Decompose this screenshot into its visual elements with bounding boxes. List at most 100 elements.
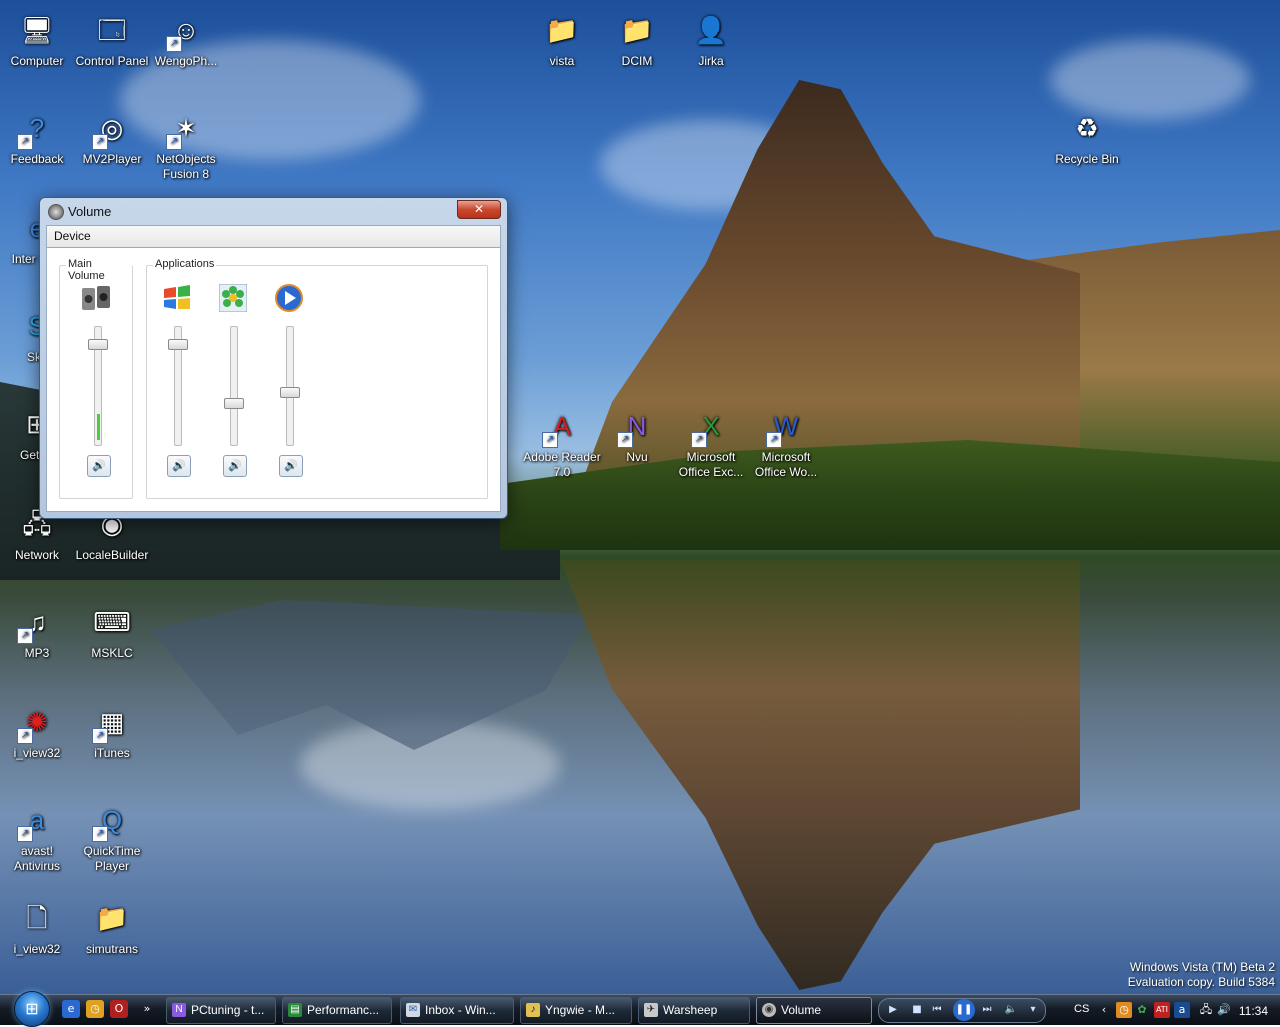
desktop-icon-simutrans[interactable]: 📁 simutrans	[72, 896, 152, 957]
taskbar: ⊞ e ◷ O » N PCtuning - t... ▤ Performanc…	[0, 991, 1280, 1027]
menu-bar: Device	[46, 225, 501, 248]
task-performance[interactable]: ▤ Performanc...	[282, 997, 392, 1024]
windows-sounds-icon	[161, 282, 193, 314]
performance-icon: ▤	[288, 1003, 302, 1017]
applications-group: Applications 🔊 🔊 🔊	[146, 258, 488, 499]
desktop-icon-vista[interactable]: 📁 vista	[522, 8, 602, 69]
app-track-media[interactable]	[286, 326, 294, 446]
desktop-icon-netobjects[interactable]: ✶ ↗ NetObjects Fusion 8	[146, 106, 226, 182]
windows-logo-icon: ⊞	[25, 999, 39, 1018]
speaker-icon: 🔊	[172, 459, 186, 472]
nvu-icon: N	[172, 1003, 186, 1017]
tray-clock-app-icon[interactable]: ◷	[1116, 1002, 1132, 1018]
window-title: Volume	[68, 204, 112, 219]
quicklaunch-overflow-icon[interactable]: »	[140, 1000, 154, 1018]
mute-icon[interactable]: 🔈	[1003, 1002, 1019, 1018]
start-button[interactable]: ⊞	[14, 991, 50, 1027]
tray-avast-icon[interactable]: a	[1174, 1002, 1190, 1018]
main-volume-meter	[97, 414, 100, 440]
warsheep-icon: ✈	[644, 1003, 658, 1017]
mute-button-windows[interactable]: 🔊	[167, 455, 191, 477]
desktop-icon-avast[interactable]: a ↗ avast! Antivirus	[0, 798, 77, 874]
desktop-icon-mv2player[interactable]: ◎ ↗ MV2Player	[72, 106, 152, 167]
app-slider-icq[interactable]	[224, 398, 244, 410]
volume-app-icon	[48, 204, 64, 220]
task-inbox[interactable]: ✉ Inbox - Win...	[400, 997, 514, 1024]
desktop-icon-jirka[interactable]: 👤 Jirka	[671, 8, 751, 69]
task-volume[interactable]: ◉ Volume	[756, 997, 872, 1024]
user-folder-icon: 👤	[694, 14, 728, 45]
main-volume-group: Main Volume 🔊	[59, 258, 133, 499]
desktop-icon-computer[interactable]: 🖥 Computer	[0, 8, 77, 69]
tray-network-icon[interactable]: 🖧	[1198, 1002, 1214, 1018]
tray-ati-icon[interactable]: ATI	[1154, 1002, 1170, 1018]
quicklaunch-ie-icon[interactable]: e	[62, 1000, 80, 1018]
system-tray: CS ‹ ◷ ✿ ATI a 🖧 🔊 11:34	[1062, 997, 1280, 1023]
close-icon: ✕	[473, 202, 485, 216]
tray-volume-icon[interactable]: 🔊	[1216, 1002, 1232, 1018]
previous-icon[interactable]: ⏮	[929, 1002, 945, 1018]
desktop-icon-control-panel[interactable]: 🗔 Control Panel	[72, 8, 152, 69]
app-slider-media[interactable]	[280, 387, 300, 399]
desktop-icon-itunes[interactable]: ▦ ↗ iTunes	[72, 700, 152, 761]
language-indicator[interactable]: CS	[1074, 1003, 1089, 1015]
next-icon[interactable]: ⏭	[979, 1002, 995, 1018]
quicklaunch-clock-icon[interactable]: ◷	[86, 1000, 104, 1018]
desktop-icon-iview32-file[interactable]: 🗋 i_view32	[0, 896, 77, 957]
menu-device[interactable]: Device	[54, 229, 91, 243]
control-panel-icon: 🗔	[97, 14, 127, 45]
main-volume-title: Main Volume	[66, 258, 132, 282]
main-mute-button[interactable]: 🔊	[87, 455, 111, 477]
tray-expand-icon[interactable]: ‹	[1096, 1002, 1112, 1018]
desktop-icon-feedback[interactable]: ? ↗ Feedback	[0, 106, 77, 167]
computer-icon: 🖥	[20, 14, 54, 45]
media-menu-icon[interactable]: ▾	[1025, 1002, 1041, 1018]
build-watermark: Windows Vista (TM) Beta 2 Evaluation cop…	[1128, 960, 1275, 990]
desktop-icon-wengophone[interactable]: ☺ ↗ WengoPh...	[146, 8, 226, 69]
speaker-icon: 🔊	[284, 459, 298, 472]
task-yngwie[interactable]: ♪ Yngwie - M...	[520, 997, 632, 1024]
speaker-icon: 🔊	[228, 459, 242, 472]
icq-icon	[217, 282, 249, 314]
desktop-icon-excel[interactable]: X ↗ Microsoft Office Exc...	[671, 404, 751, 480]
desktop-icon-dcim[interactable]: 📁 DCIM	[597, 8, 677, 69]
pause-icon[interactable]: ❚❚	[953, 999, 975, 1021]
media-player-toolbar: ▶ ■ ⏮ ❚❚ ⏭ 🔈 ▾	[878, 998, 1046, 1023]
app-slider-windows[interactable]	[168, 338, 188, 350]
task-pctuning[interactable]: N PCtuning - t...	[166, 997, 276, 1024]
mute-button-media[interactable]: 🔊	[279, 455, 303, 477]
task-warsheep[interactable]: ✈ Warsheep	[638, 997, 750, 1024]
volume-title-bar[interactable]: Volume ✕	[46, 200, 501, 222]
desktop-icon-word[interactable]: W ↗ Microsoft Office Wo...	[746, 404, 826, 480]
speaker-icon: 🔊	[92, 459, 106, 472]
desktop-icon-quicktime[interactable]: Q ↗ QuickTime Player	[72, 798, 152, 874]
desktop-icon-mp3[interactable]: ♫ ↗ MP3	[0, 600, 77, 661]
file-icon: 🗋	[26, 902, 48, 933]
desktop-icon-iview32[interactable]: ✺ ↗ i_view32	[0, 700, 77, 761]
mail-icon: ✉	[406, 1003, 420, 1017]
recycle-bin-icon: ♻	[1075, 112, 1099, 143]
media-player-icon	[273, 282, 305, 314]
desktop-icon-adobe-reader[interactable]: A ↗ Adobe Reader 7.0	[522, 404, 602, 480]
speakers-icon	[80, 282, 112, 314]
stop-icon[interactable]: ■	[909, 1002, 925, 1018]
mute-button-icq[interactable]: 🔊	[223, 455, 247, 477]
clock[interactable]: 11:34	[1239, 1004, 1268, 1018]
volume-mixer-panel: Main Volume 🔊 Applications 🔊 🔊 🔊	[46, 247, 501, 512]
desktop-icon-recycle-bin[interactable]: ♻ Recycle Bin	[1047, 106, 1127, 167]
folder-icon: 📁	[620, 14, 654, 45]
media-restore-icon[interactable]: ▶	[885, 1002, 901, 1018]
quicklaunch-opera-icon[interactable]: O	[110, 1000, 128, 1018]
watermark-line-2: Evaluation copy. Build 5384	[1127, 975, 1275, 989]
watermark-line-1: Windows Vista (TM) Beta 2	[1129, 960, 1275, 974]
main-volume-slider[interactable]	[88, 338, 108, 350]
folder-icon: 📁	[95, 902, 129, 933]
app-track-icq[interactable]	[230, 326, 238, 446]
media-icon: ♪	[526, 1003, 540, 1017]
close-button[interactable]: ✕	[457, 200, 501, 219]
volume-window[interactable]: Volume ✕ Device Main Volume 🔊 Applicatio…	[39, 197, 508, 519]
tray-icq-icon[interactable]: ✿	[1134, 1002, 1150, 1018]
desktop-icon-msklc[interactable]: ⌨ MSKLC	[72, 600, 152, 661]
desktop-icon-nvu[interactable]: N ↗ Nvu	[597, 404, 677, 465]
volume-icon: ◉	[762, 1003, 776, 1017]
